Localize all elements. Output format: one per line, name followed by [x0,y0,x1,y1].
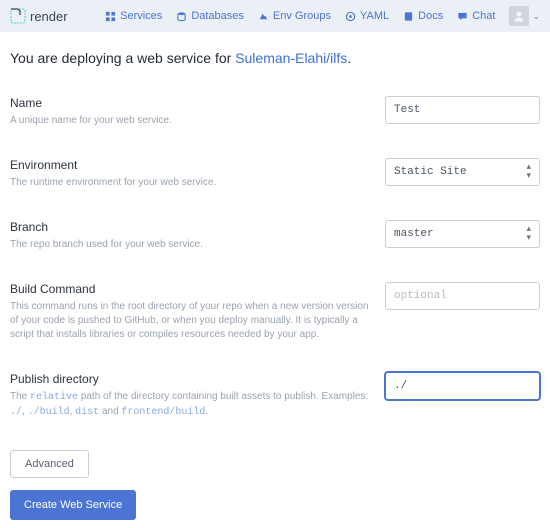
avatar [509,6,529,26]
field-branch: Branch The repo branch used for your web… [10,220,540,252]
user-icon [512,9,526,23]
publish-dir-label: Publish directory [10,372,370,386]
field-environment: Environment The runtime environment for … [10,158,540,190]
yaml-icon [345,11,356,22]
nav-env-groups[interactable]: Env Groups [258,10,331,22]
environment-value: Static Site [394,166,467,178]
environment-select[interactable]: Static Site ▴▾ [385,158,540,186]
render-logo-icon [10,8,26,24]
chevron-down-icon: ⌄ [532,11,540,22]
account-menu[interactable]: ⌄ [509,6,540,26]
nav-docs[interactable]: Docs [403,10,443,22]
env-groups-icon [258,11,269,22]
nav-services[interactable]: Services [105,10,162,22]
nav-env-groups-label: Env Groups [273,10,331,22]
heading-suffix: . [347,50,351,66]
database-icon [176,11,187,22]
chat-icon [457,11,468,22]
field-publish-directory: Publish directory The relative path of t… [10,372,540,420]
page-title: You are deploying a web service for Sule… [10,50,540,66]
advanced-button[interactable]: Advanced [10,450,89,478]
nav-docs-label: Docs [418,10,443,22]
create-web-service-button[interactable]: Create Web Service [10,490,136,520]
environment-label: Environment [10,158,370,172]
publish-dir-input[interactable] [385,372,540,400]
build-command-input[interactable] [385,282,540,310]
logo[interactable]: render [10,8,68,24]
nav-yaml[interactable]: YAML [345,10,389,22]
build-command-help: This command runs in the root directory … [10,300,370,342]
name-help: A unique name for your web service. [10,114,370,128]
branch-help: The repo branch used for your web servic… [10,238,370,252]
nav-yaml-label: YAML [360,10,389,22]
heading-prefix: You are deploying a web service for [10,50,235,66]
heading-repo[interactable]: Suleman-Elahi/ilfs [235,50,347,66]
name-input[interactable] [385,96,540,124]
docs-icon [403,11,414,22]
build-command-label: Build Command [10,282,370,296]
nav-chat-label: Chat [472,10,495,22]
publish-dir-help: The relative path of the directory conta… [10,390,370,420]
name-label: Name [10,96,370,110]
branch-value: master [394,228,434,240]
branch-select[interactable]: master ▴▾ [385,220,540,248]
nav-databases-label: Databases [191,10,244,22]
branch-label: Branch [10,220,370,234]
brand-text: render [30,9,68,24]
select-arrows-icon: ▴▾ [526,163,531,181]
topbar: render Services Databases Env Groups YAM… [0,0,550,32]
field-name: Name A unique name for your web service. [10,96,540,128]
content: You are deploying a web service for Sule… [0,32,550,528]
field-build-command: Build Command This command runs in the r… [10,282,540,342]
services-icon [105,11,116,22]
nav-chat[interactable]: Chat [457,10,495,22]
select-arrows-icon: ▴▾ [526,225,531,243]
nav: Services Databases Env Groups YAML Docs … [105,6,540,26]
environment-help: The runtime environment for your web ser… [10,176,370,190]
nav-services-label: Services [120,10,162,22]
nav-databases[interactable]: Databases [176,10,244,22]
